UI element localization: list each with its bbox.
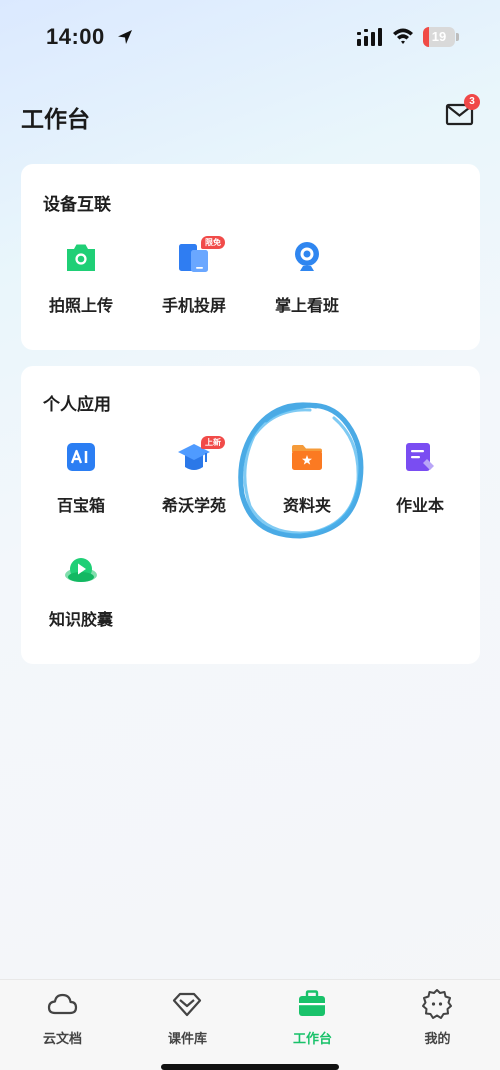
home-indicator	[161, 1064, 339, 1070]
webcam-icon	[295, 242, 319, 271]
homework-label: 作业本	[395, 498, 444, 515]
new-tag: 上新	[201, 436, 225, 449]
seewo-academy-label: 希沃学苑	[161, 498, 226, 515]
tab-workbench-label: 工作台	[292, 1031, 332, 1046]
folder-star-icon	[292, 445, 322, 470]
cellular-signal-icon	[357, 28, 382, 46]
briefcase-icon	[299, 990, 325, 1016]
tab-cloud-docs-label: 云文档	[42, 1031, 82, 1046]
capsule-play-icon	[65, 558, 97, 582]
battery-indicator: 19	[423, 27, 459, 47]
tab-courseware[interactable]: 课件库	[125, 988, 250, 1048]
camera-icon	[67, 244, 95, 271]
diamond-icon	[172, 992, 202, 1017]
notebook-icon	[406, 443, 434, 471]
battery-percent: 19	[431, 29, 447, 44]
apps-card: 个人应用 百宝箱 上新 希沃学苑 资料夹 作业本 知识胶囊	[21, 366, 480, 664]
ai-icon	[67, 443, 95, 471]
materials-folder-label: 资料夹	[282, 498, 331, 515]
cloud-icon	[47, 993, 78, 1015]
tab-workbench[interactable]: 工作台	[250, 988, 375, 1048]
tab-mine-label: 我的	[424, 1031, 451, 1046]
devices-section-title: 设备互联	[43, 195, 111, 214]
tab-bar: 云文档 课件库 工作台 我的	[0, 979, 500, 1070]
wifi-icon	[393, 28, 413, 44]
materials-folder-item[interactable]: 资料夹	[251, 440, 361, 530]
screen-cast-item[interactable]: 限免 手机投屏	[138, 236, 248, 330]
free-tag: 限免	[201, 236, 225, 249]
knowledge-capsule-item[interactable]: 知识胶囊	[25, 554, 135, 644]
status-bar: 14:00 19	[0, 0, 500, 72]
apps-section-title: 个人应用	[43, 395, 111, 414]
toolbox-label: 百宝箱	[56, 498, 105, 515]
class-monitor-item[interactable]: 掌上看班	[251, 240, 361, 330]
knowledge-capsule-label: 知识胶囊	[48, 612, 113, 629]
tab-mine[interactable]: 我的	[375, 988, 500, 1048]
mail-badge: 3	[464, 94, 480, 110]
homework-item[interactable]: 作业本	[364, 440, 474, 530]
photo-upload-item[interactable]: 拍照上传	[25, 240, 135, 330]
location-arrow-icon	[118, 30, 132, 44]
profile-face-icon	[422, 989, 452, 1019]
page-title: 工作台	[21, 106, 90, 132]
toolbox-item[interactable]: 百宝箱	[25, 440, 135, 530]
status-time: 14:00	[46, 24, 105, 49]
devices-card: 设备互联 拍照上传 限免 手机投屏 掌上看班	[21, 164, 480, 350]
class-monitor-label: 掌上看班	[274, 298, 339, 315]
photo-upload-label: 拍照上传	[48, 298, 113, 315]
screen-cast-label: 手机投屏	[161, 298, 226, 315]
tab-courseware-label: 课件库	[167, 1031, 207, 1046]
seewo-academy-item[interactable]: 上新 希沃学苑	[138, 436, 248, 530]
tab-cloud-docs[interactable]: 云文档	[0, 988, 125, 1048]
